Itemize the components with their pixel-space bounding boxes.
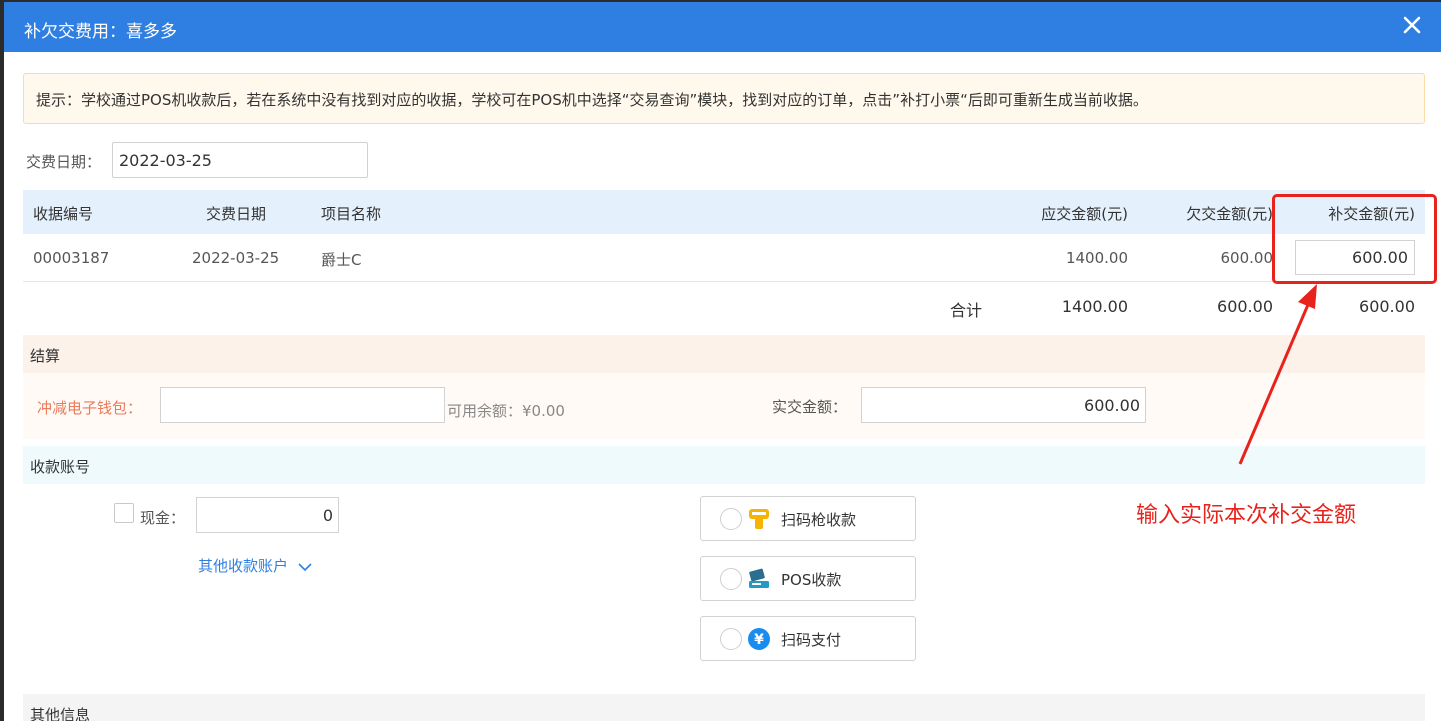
col-owed-amount: 欠交金额(元)	[1186, 205, 1273, 223]
receipt-no: 00003187	[33, 249, 110, 267]
actual-amount-input[interactable]	[861, 387, 1146, 423]
pay-date-label: 交费日期：	[26, 153, 102, 171]
pay-option-pos[interactable]: POS收款	[700, 556, 916, 601]
scanner-gun-icon	[749, 509, 769, 529]
item-name: 爵士C	[321, 251, 362, 269]
cash-label: 现金：	[140, 509, 186, 527]
table-header: 收据编号 交费日期 项目名称 应交金额(元) 欠交金额(元) 补交金额(元)	[23, 190, 1425, 234]
scanner-label: 扫码枪收款	[781, 511, 857, 529]
svg-text:¥: ¥	[754, 632, 764, 648]
qr-radio[interactable]	[720, 628, 742, 650]
total-due: 1400.00	[1061, 297, 1128, 316]
pay-option-qr[interactable]: ¥ 扫码支付	[700, 616, 916, 661]
settlement-section-title: 结算	[23, 335, 1425, 373]
dialog: 补欠交费用：喜多多 提示：学校通过POS机收款后，若在系统中没有找到对应的收据，…	[4, 2, 1441, 721]
account-section-title: 收款账号	[23, 446, 1425, 484]
pos-label: POS收款	[781, 571, 842, 589]
table-total-row: 合计 1400.00 600.00 600.00	[23, 282, 1425, 332]
table-row: 00003187 2022-03-25 爵士C 1400.00 600.00	[23, 234, 1425, 282]
scanner-radio[interactable]	[720, 508, 742, 530]
total-owed: 600.00	[1217, 297, 1273, 316]
other-accounts-label: 其他收款账户	[198, 557, 289, 575]
due-amount: 1400.00	[1065, 249, 1128, 267]
total-label: 合计	[950, 301, 983, 320]
col-receipt-no: 收据编号	[33, 205, 94, 223]
col-item-name: 项目名称	[321, 205, 382, 223]
qr-label: 扫码支付	[781, 631, 842, 649]
col-due-amount: 应交金额(元)	[1041, 205, 1128, 223]
wallet-label: 冲减电子钱包：	[37, 399, 143, 417]
other-accounts-link[interactable]: 其他收款账户	[198, 555, 312, 576]
total-pay: 600.00	[1359, 297, 1415, 316]
col-pay-amount: 补交金额(元)	[1328, 205, 1415, 223]
owed-amount: 600.00	[1220, 249, 1274, 267]
settlement-body: 冲减电子钱包： 可用余额：¥0.00 实交金额：	[23, 373, 1425, 439]
balance-text: 可用余额：¥0.00	[447, 402, 565, 420]
dialog-titlebar: 补欠交费用：喜多多	[4, 2, 1441, 52]
pay-option-scanner[interactable]: 扫码枪收款	[700, 496, 916, 541]
tip-banner: 提示：学校通过POS机收款后，若在系统中没有找到对应的收据，学校可在POS机中选…	[23, 73, 1425, 124]
row-date: 2022-03-25	[192, 249, 280, 267]
pay-amount-input[interactable]	[1295, 240, 1415, 275]
pos-terminal-icon	[749, 568, 769, 588]
cash-input[interactable]	[196, 497, 339, 533]
pos-radio[interactable]	[720, 568, 742, 590]
other-info-section-title: 其他信息	[23, 694, 1425, 721]
yuan-pay-icon: ¥	[748, 628, 770, 650]
dialog-title: 补欠交费用：喜多多	[24, 22, 177, 42]
annotation-text: 输入实际本次补交金额	[1136, 503, 1357, 528]
close-icon[interactable]	[1401, 14, 1423, 36]
chevron-down-icon	[298, 562, 312, 571]
actual-amount-label: 实交金额：	[772, 398, 848, 416]
wallet-input[interactable]	[160, 387, 445, 423]
pay-date-input[interactable]	[112, 142, 368, 178]
col-pay-date: 交费日期	[206, 205, 267, 223]
cash-checkbox[interactable]	[114, 503, 134, 523]
